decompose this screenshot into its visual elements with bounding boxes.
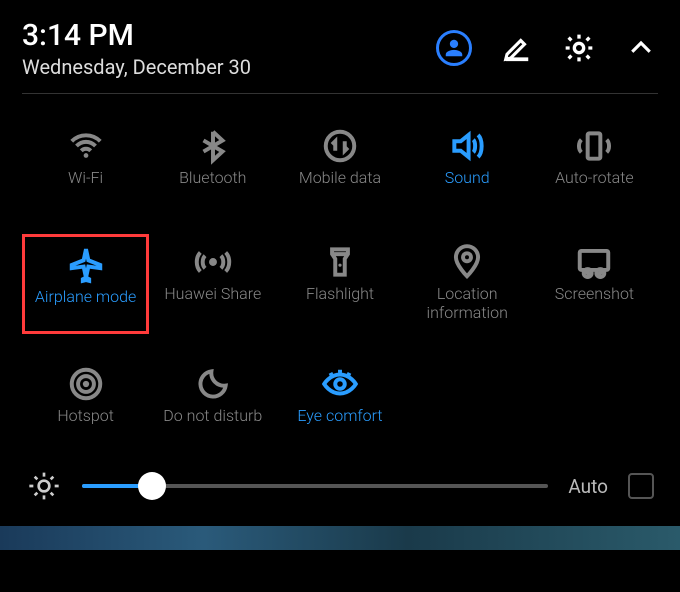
tile-label: Airplane mode [35, 287, 136, 325]
sound-icon [448, 127, 486, 165]
tile-screenshot[interactable]: Screenshot [531, 234, 658, 334]
location-icon [448, 243, 486, 281]
tile-eye-comfort[interactable]: Eye comfort [276, 356, 403, 450]
avatar-icon [443, 37, 465, 59]
flashlight-icon [321, 243, 359, 281]
do-not-disturb-icon [194, 365, 232, 403]
mobile-data-icon [321, 127, 359, 165]
status-header: 3:14 PM Wednesday, December 30 [22, 18, 658, 94]
tile-wifi[interactable]: Wi-Fi [22, 118, 149, 212]
tile-label: Auto-rotate [555, 168, 634, 206]
tile-label: Eye comfort [297, 406, 382, 444]
brightness-auto-checkbox[interactable] [628, 473, 654, 499]
hotspot-icon [67, 365, 105, 403]
collapse-button[interactable] [624, 31, 658, 65]
tile-bluetooth[interactable]: Bluetooth [149, 118, 276, 212]
tile-label: Screenshot [555, 284, 634, 322]
chevron-up-icon [626, 33, 656, 63]
header-actions [436, 18, 658, 66]
tile-label: Huawei Share [164, 284, 261, 322]
brightness-slider-thumb[interactable] [138, 472, 166, 500]
huawei-share-icon [194, 243, 232, 281]
tile-hotspot[interactable]: Hotspot [22, 356, 149, 450]
gear-icon [563, 32, 595, 64]
screenshot-icon [575, 243, 613, 281]
tile-label: Mobile data [299, 168, 381, 206]
tile-label: Flashlight [306, 284, 374, 322]
clock-time: 3:14 PM [22, 18, 251, 53]
auto-rotate-icon [575, 127, 613, 165]
user-avatar[interactable] [436, 30, 472, 66]
eye-comfort-icon [321, 365, 359, 403]
edit-button[interactable] [500, 31, 534, 65]
bluetooth-icon [194, 127, 232, 165]
wallpaper-strip [0, 526, 680, 550]
tile-flashlight[interactable]: Flashlight [276, 234, 403, 334]
quick-tiles-grid: Wi-Fi Bluetooth Mobile data [22, 94, 658, 450]
tile-dnd[interactable]: Do not disturb [149, 356, 276, 450]
tile-label: Sound [445, 168, 490, 206]
tile-auto-rotate[interactable]: Auto-rotate [531, 118, 658, 212]
quick-settings-panel: 3:14 PM Wednesday, December 30 [0, 0, 680, 524]
datetime-block[interactable]: 3:14 PM Wednesday, December 30 [22, 18, 251, 79]
brightness-icon [26, 468, 62, 504]
tile-huawei-share[interactable]: Huawei Share [149, 234, 276, 334]
airplane-icon [67, 246, 105, 284]
tile-airplane-mode[interactable]: Airplane mode [22, 234, 149, 334]
tile-label: Do not disturb [163, 406, 262, 444]
tile-sound[interactable]: Sound [404, 118, 531, 212]
edit-icon [502, 33, 532, 63]
tile-label: Location information [406, 284, 529, 322]
tile-label: Hotspot [57, 406, 114, 444]
settings-button[interactable] [562, 31, 596, 65]
tile-label: Bluetooth [179, 168, 246, 206]
tile-label: Wi-Fi [68, 168, 103, 206]
brightness-slider[interactable] [82, 484, 548, 488]
brightness-row: Auto [22, 450, 658, 524]
clock-date: Wednesday, December 30 [22, 55, 251, 79]
tile-location[interactable]: Location information [404, 234, 531, 334]
wifi-icon [67, 127, 105, 165]
brightness-auto-label: Auto [568, 475, 608, 498]
tile-mobile-data[interactable]: Mobile data [276, 118, 403, 212]
